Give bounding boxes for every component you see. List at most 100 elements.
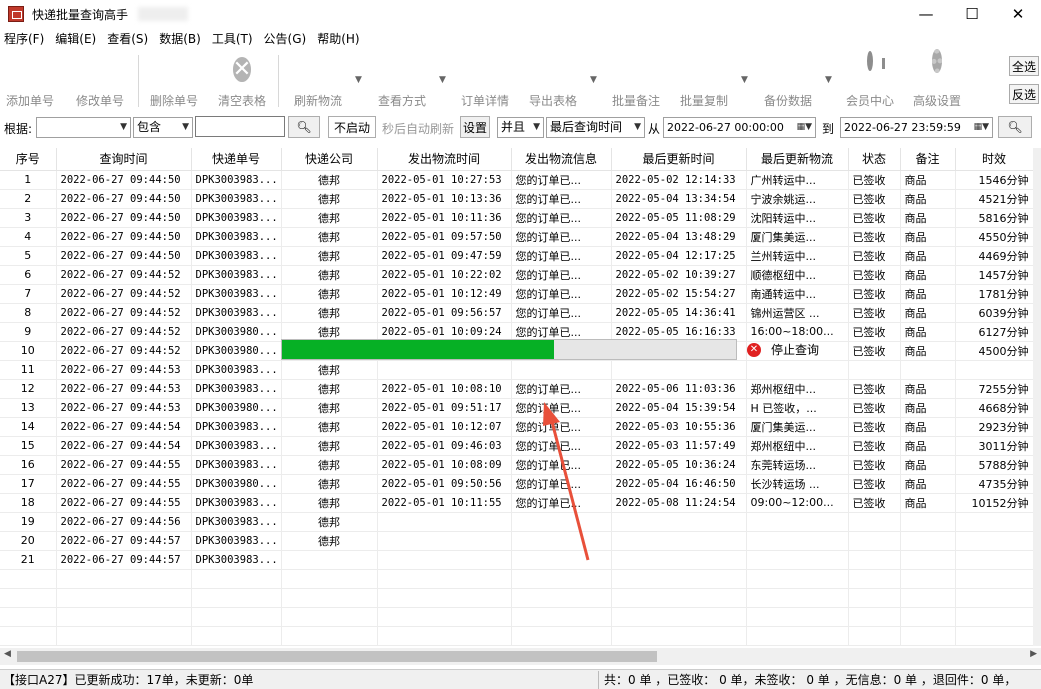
table-cell xyxy=(56,588,192,608)
table-cell xyxy=(611,607,747,627)
table-row[interactable]: 16 2022-06-27 09:44:55 DPK3003983... 德邦 2022… xyxy=(0,455,1033,475)
table-cell xyxy=(848,550,901,570)
table-cell xyxy=(0,569,57,589)
column-header[interactable]: 快递公司 xyxy=(281,148,378,171)
auto-refresh-button[interactable]: 不启动 xyxy=(328,116,376,138)
table-row[interactable]: 18 2022-06-27 09:44:55 DPK3003983... 德邦 2022… xyxy=(0,493,1033,513)
delete-document-icon xyxy=(159,54,189,88)
table-row[interactable]: 4 2022-06-27 09:44:50 DPK3003983... 德邦 2022-… xyxy=(0,227,1033,247)
minimize-button[interactable]: — xyxy=(903,0,949,28)
edit-tracking-button[interactable]: 修改单号 xyxy=(68,52,132,110)
column-header[interactable]: 备注 xyxy=(900,148,956,171)
export-table-button[interactable]: 导出表格 xyxy=(521,52,585,110)
clear-table-button[interactable]: ✕ 清空表格 xyxy=(210,52,274,110)
table-row[interactable]: 20 2022-06-27 09:44:57 DPK3003983... 德邦 xyxy=(0,531,1033,551)
copy-dropdown-icon[interactable]: ▼ xyxy=(741,75,748,85)
table-row[interactable]: 3 2022-06-27 09:44:50 DPK3003983... 德邦 2022-… xyxy=(0,208,1033,228)
table-row[interactable]: 1 2022-06-27 09:44:50 DPK3003983... 德邦 2022-… xyxy=(0,170,1033,190)
table-cell xyxy=(377,569,512,589)
logic-select[interactable]: 并且 ▼ xyxy=(497,117,544,138)
search-button[interactable]: 🔍︎ xyxy=(288,116,320,138)
backup-dropdown-icon[interactable]: ▼ xyxy=(825,75,832,85)
table-row[interactable]: 13 2022-06-27 09:44:53 DPK3003980... 德邦 2022… xyxy=(0,398,1033,418)
keyword-input[interactable] xyxy=(195,116,285,137)
column-header[interactable]: 发出物流时间 xyxy=(377,148,512,171)
table-row[interactable]: 19 2022-06-27 09:44:56 DPK3003983... 德邦 xyxy=(0,512,1033,532)
column-header[interactable]: 发出物流信息 xyxy=(511,148,612,171)
to-date-picker[interactable]: 2022-06-27 23:59:59 ▦▼ xyxy=(840,117,993,138)
delete-tracking-button[interactable]: 删除单号 xyxy=(142,52,206,110)
backup-data-button[interactable]: 备份数据 xyxy=(756,52,820,110)
add-tracking-button[interactable]: 添加单号 xyxy=(0,52,62,110)
time-field-select[interactable]: 最后查询时间 ▼ xyxy=(546,117,645,138)
column-header[interactable]: 最后更新时间 xyxy=(611,148,747,171)
vertical-scrollbar[interactable] xyxy=(1033,148,1041,646)
status-bar: 【接口A27】已更新成功：17单，未更新：0单 共：0 单 ，已签收： 0 单，… xyxy=(0,669,1041,689)
batch-note-button[interactable]: 批量备注 xyxy=(604,52,668,110)
export-dropdown-icon[interactable]: ▼ xyxy=(590,75,597,85)
refresh-dropdown-icon[interactable]: ▼ xyxy=(355,75,362,85)
table-cell: 厦门集美运... xyxy=(746,227,849,247)
table-cell: 已签收 xyxy=(848,474,901,494)
order-detail-button[interactable]: 订单详情 xyxy=(453,52,517,110)
column-header[interactable]: 最后更新物流 xyxy=(746,148,849,171)
table-row[interactable]: 5 2022-06-27 09:44:50 DPK3003983... 德邦 2022-… xyxy=(0,246,1033,266)
table-cell: 4469分钟 xyxy=(955,246,1033,266)
table-row[interactable]: 7 2022-06-27 09:44:52 DPK3003983... 德邦 2022-… xyxy=(0,284,1033,304)
scroll-right-icon[interactable]: ▶ xyxy=(1030,649,1037,659)
refresh-logistics-button[interactable]: 刷新物流 xyxy=(286,52,350,110)
maximize-button[interactable]: ☐ xyxy=(949,0,995,28)
table-cell: 5816分钟 xyxy=(955,208,1033,228)
clock-icon xyxy=(855,51,885,88)
view-mode-button[interactable]: 查看方式 xyxy=(370,52,434,110)
menu-help[interactable]: 帮助(H) xyxy=(317,30,359,47)
advanced-settings-button[interactable]: 高级设置 xyxy=(905,49,969,110)
match-mode-select[interactable]: 包含 ▼ xyxy=(133,117,193,138)
view-dropdown-icon[interactable]: ▼ xyxy=(439,75,446,85)
filter-field-select[interactable]: ▼ xyxy=(36,117,131,138)
table-cell: 4735分钟 xyxy=(955,474,1033,494)
table-row[interactable]: 12 2022-06-27 09:44:53 DPK3003983... 德邦 2022… xyxy=(0,379,1033,399)
invert-selection-button[interactable]: 反选 xyxy=(1009,84,1039,104)
batch-copy-button[interactable]: 批量复制 xyxy=(672,52,736,110)
table-row[interactable]: 21 2022-06-27 09:44:57 DPK3003983... xyxy=(0,550,1033,570)
table-row[interactable]: 2 2022-06-27 09:44:50 DPK3003983... 德邦 2022-… xyxy=(0,189,1033,209)
horizontal-scrollbar[interactable]: ◀ ▶ xyxy=(0,648,1041,665)
table-row[interactable]: 8 2022-06-27 09:44:52 DPK3003983... 德邦 2022-… xyxy=(0,303,1033,323)
close-button[interactable]: ✕ xyxy=(995,0,1041,28)
from-date-picker[interactable]: 2022-06-27 00:00:00 ▦▼ xyxy=(663,117,816,138)
menu-notice[interactable]: 公告(G) xyxy=(264,30,307,47)
column-header[interactable]: 时效 xyxy=(955,148,1033,171)
select-all-button[interactable]: 全选 xyxy=(1009,56,1039,76)
stop-query-button[interactable]: ✕ 停止查询 xyxy=(747,340,819,359)
results-table[interactable]: 序号 查询时间 快递单号 快递公司 发出物流时间 发出物流信息 最后更新时间 最… xyxy=(0,148,1033,646)
table-row[interactable]: 11 2022-06-27 09:44:53 DPK3003983... 德邦 xyxy=(0,360,1033,380)
table-cell: 已签收 xyxy=(848,322,901,342)
column-header[interactable]: 序号 xyxy=(0,148,57,171)
status-summary: 共：0 单 ，已签收： 0 单，未签收： 0 单 ，无信息：0 单 ，退回件：0… xyxy=(604,673,1017,687)
member-center-button[interactable]: 会员中心 xyxy=(838,51,902,110)
scroll-thumb[interactable] xyxy=(17,651,657,662)
table-row[interactable]: 6 2022-06-27 09:44:52 DPK3003983... 德邦 2022-… xyxy=(0,265,1033,285)
table-row[interactable]: 17 2022-06-27 09:44:55 DPK3003980... 德邦 2022… xyxy=(0,474,1033,494)
menu-tools[interactable]: 工具(T) xyxy=(212,30,253,47)
query-button[interactable]: 🔍︎ xyxy=(998,116,1032,138)
table-cell: 2022-05-01 10:11:36 xyxy=(377,208,512,228)
menu-view[interactable]: 查看(S) xyxy=(107,30,148,47)
column-header[interactable]: 快递单号 xyxy=(191,148,282,171)
table-row[interactable]: 15 2022-06-27 09:44:54 DPK3003983... 德邦 2022… xyxy=(0,436,1033,456)
table-row[interactable]: 14 2022-06-27 09:44:54 DPK3003983... 德邦 2022… xyxy=(0,417,1033,437)
menu-program[interactable]: 程序(F) xyxy=(4,30,44,47)
scroll-left-icon[interactable]: ◀ xyxy=(4,649,11,659)
menu-data[interactable]: 数据(B) xyxy=(159,30,201,47)
table-cell: 2022-05-01 10:22:02 xyxy=(377,265,512,285)
table-cell: 2022-05-03 11:57:49 xyxy=(611,436,747,456)
order-detail-label: 订单详情 xyxy=(460,94,509,108)
table-cell: 商品 xyxy=(900,265,956,285)
menu-edit[interactable]: 编辑(E) xyxy=(55,30,96,47)
settings-button[interactable]: 设置 xyxy=(460,116,490,138)
column-header[interactable]: 查询时间 xyxy=(56,148,192,171)
column-header[interactable]: 状态 xyxy=(848,148,901,171)
table-cell: 已签收 xyxy=(848,246,901,266)
table-cell: 商品 xyxy=(900,322,956,342)
